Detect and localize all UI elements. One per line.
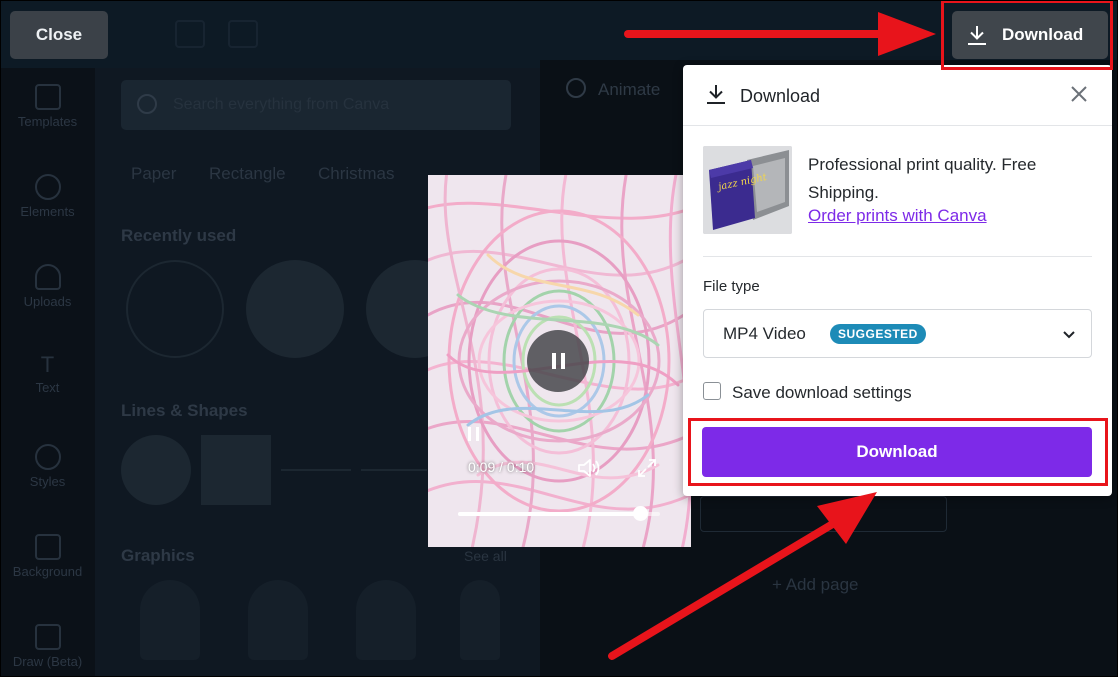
search-placeholder: Search everything from Canva	[173, 96, 390, 113]
animate-label: Animate	[598, 80, 661, 99]
elements-icon	[34, 174, 61, 200]
rail-item-styles[interactable]: Styles	[0, 444, 95, 489]
file-type-select[interactable]: MP4 Video SUGGESTED	[703, 309, 1092, 358]
pause-button[interactable]	[527, 330, 589, 392]
draw-icon	[34, 624, 61, 650]
lines-shapes-title: Lines & Shapes	[121, 401, 248, 420]
shape-circle[interactable]	[121, 435, 191, 505]
download-icon	[707, 85, 725, 104]
chip-rectangle[interactable]: Rectangle	[209, 164, 286, 184]
chip-paper[interactable]: Paper	[131, 164, 176, 184]
graphic-thumbnail[interactable]	[140, 580, 200, 660]
shape-line[interactable]	[281, 469, 351, 471]
recently-used-title: Recently used	[121, 226, 237, 245]
rail-item-draw[interactable]: Draw (Beta)	[0, 624, 95, 669]
chevron-down-icon	[1063, 331, 1075, 339]
graphic-thumbnail[interactable]	[460, 580, 500, 660]
recent-item[interactable]	[246, 260, 344, 358]
close-button[interactable]: Close	[10, 11, 108, 59]
rail-item-elements[interactable]: Elements	[0, 174, 95, 219]
video-progress-knob[interactable]	[632, 506, 648, 521]
rail-item-label: Templates	[17, 114, 78, 129]
templates-icon	[34, 84, 61, 110]
rail-item-templates[interactable]: Templates	[0, 84, 95, 129]
shape-line[interactable]	[361, 469, 427, 471]
graphic-thumbnail[interactable]	[356, 580, 416, 660]
text-icon: T	[40, 352, 55, 377]
rail-item-text[interactable]: T Text	[0, 352, 95, 396]
rail-item-label: Text	[35, 380, 60, 395]
video-progress-fill	[458, 512, 640, 516]
video-timecode: 0:09 / 0:10	[468, 459, 535, 475]
print-promo-thumbnail: jazz night	[703, 146, 792, 234]
video-progress-bar[interactable]	[458, 506, 660, 521]
rail-item-label: Draw (Beta)	[12, 654, 83, 669]
close-icon[interactable]	[1069, 84, 1089, 104]
left-rail: Templates Elements Uploads T Text Styles…	[0, 68, 95, 677]
shape-square[interactable]	[201, 435, 271, 505]
rail-item-label: Styles	[29, 474, 66, 489]
add-page-button[interactable]: + Add page	[772, 575, 859, 595]
divider	[703, 256, 1092, 257]
rail-item-background[interactable]: Background	[0, 534, 95, 579]
highlight-box-top-download	[941, 0, 1113, 70]
download-panel-title: Download	[740, 86, 821, 106]
rail-item-uploads[interactable]: Uploads	[0, 264, 95, 309]
see-all-link[interactable]: See all	[464, 548, 507, 564]
redo-icon	[228, 20, 258, 48]
save-settings-checkbox[interactable]	[703, 382, 721, 400]
small-pause-icon[interactable]	[468, 427, 479, 441]
search-input[interactable]: Search everything from Canva	[121, 80, 511, 130]
search-icon	[137, 94, 157, 114]
uploads-icon	[34, 264, 61, 290]
print-promo-text: Professional print quality. Free Shippin…	[808, 155, 1037, 202]
undo-icon	[175, 20, 205, 48]
graphics-title: Graphics	[121, 546, 195, 565]
background-icon	[34, 534, 61, 560]
animate-icon	[566, 78, 586, 98]
page-thumbnail	[700, 496, 947, 532]
styles-icon	[34, 444, 61, 470]
rail-item-label: Background	[12, 564, 83, 579]
rail-item-label: Uploads	[23, 294, 72, 309]
pause-icon	[551, 353, 565, 369]
chip-christmas[interactable]: Christmas	[318, 164, 395, 184]
rail-item-label: Elements	[20, 204, 75, 219]
animate-button[interactable]: Animate	[566, 78, 660, 100]
save-settings-label[interactable]: Save download settings	[732, 383, 912, 403]
graphic-thumbnail[interactable]	[248, 580, 308, 660]
fullscreen-icon[interactable]	[636, 457, 658, 479]
highlight-box-download-button	[688, 418, 1108, 486]
download-panel-header: Download	[683, 65, 1112, 126]
file-type-label: File type	[703, 278, 760, 295]
volume-icon[interactable]	[576, 457, 602, 479]
suggested-badge: SUGGESTED	[830, 324, 926, 344]
recent-item[interactable]	[126, 260, 224, 358]
order-prints-link[interactable]: Order prints with Canva	[808, 206, 987, 226]
file-type-value: MP4 Video	[723, 324, 806, 343]
video-preview[interactable]: 0:09 / 0:10	[428, 175, 691, 547]
